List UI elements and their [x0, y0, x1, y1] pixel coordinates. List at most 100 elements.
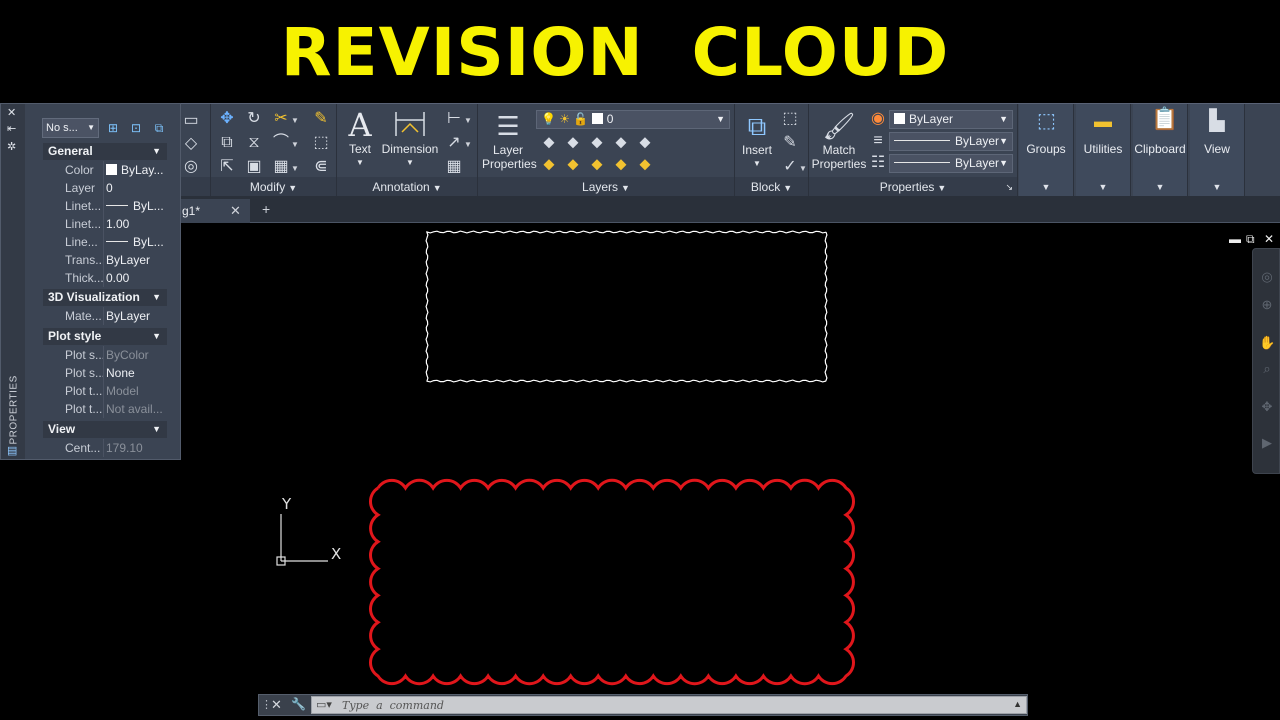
- close-icon[interactable]: ✕: [230, 199, 241, 223]
- fillet-dropdown-icon[interactable]: ▼: [291, 140, 299, 149]
- table-icon[interactable]: ▦: [445, 158, 463, 176]
- rectangle-icon[interactable]: ▭: [182, 112, 200, 130]
- array-icon[interactable]: ▦: [272, 158, 290, 176]
- chevron-down-icon: ▼: [1155, 182, 1165, 192]
- explode-icon[interactable]: ⬚: [312, 134, 330, 152]
- offset-icon[interactable]: ⋐: [312, 158, 330, 176]
- layer-unlock2-icon[interactable]: ⬥: [612, 156, 630, 174]
- edit-block-icon[interactable]: ✎: [781, 134, 799, 152]
- property-row[interactable]: Thick... 0.00: [59, 269, 167, 287]
- scale-icon[interactable]: ▣: [245, 158, 263, 176]
- hatch-icon[interactable]: ◇: [182, 135, 200, 153]
- property-row[interactable]: Layer 0: [59, 179, 167, 197]
- leader-icon[interactable]: ↗: [445, 134, 463, 152]
- close-icon[interactable]: ✕: [1264, 232, 1274, 246]
- layer-unisolate-icon[interactable]: ⬥: [564, 156, 582, 174]
- linetype-dropdown[interactable]: ByLayer ▼: [889, 154, 1013, 173]
- close-icon[interactable]: ✕: [271, 697, 282, 713]
- quick-select-icon[interactable]: ⧉: [151, 120, 167, 136]
- text-button[interactable]: A Text ▼: [342, 108, 378, 170]
- selection-dropdown[interactable]: No s... ▼: [42, 118, 99, 138]
- property-row[interactable]: Linet... ByL...: [59, 197, 167, 215]
- utilities-panel-button[interactable]: ▬ Utilities ▼: [1076, 104, 1131, 197]
- property-row[interactable]: Linet... 1.00: [59, 215, 167, 233]
- property-row[interactable]: Plot t... Model: [59, 382, 167, 400]
- layer-walk-icon[interactable]: ⬥: [636, 156, 654, 174]
- copy-icon[interactable]: ⧉: [218, 134, 236, 152]
- zoom-icon[interactable]: ⌕: [1259, 361, 1275, 377]
- layers-panel-footer[interactable]: Layers ▼: [478, 177, 734, 197]
- property-row[interactable]: Plot s... ByColor: [59, 346, 167, 364]
- dialog-launcher-icon[interactable]: ↘: [1005, 177, 1013, 197]
- modify-panel-footer[interactable]: Modify ▼: [211, 177, 336, 197]
- section-plot-style[interactable]: Plot style ▼: [43, 328, 167, 345]
- move-icon[interactable]: ✥: [218, 110, 236, 128]
- property-row[interactable]: Cent... 179.10: [59, 439, 167, 457]
- wrench-icon[interactable]: 🔧: [291, 697, 306, 711]
- trim-dropdown-icon[interactable]: ▼: [291, 116, 299, 125]
- region-icon[interactable]: ◎: [182, 158, 200, 176]
- orbit-icon[interactable]: ✥: [1259, 399, 1275, 415]
- tab-drawing[interactable]: g1* ✕: [180, 199, 250, 223]
- toggle-pickadd-icon[interactable]: ⊞: [105, 120, 121, 136]
- properties-panel-footer[interactable]: Properties ▼ ↘: [809, 177, 1017, 197]
- section-view[interactable]: View ▼: [43, 421, 167, 438]
- select-objects-icon[interactable]: ⊡: [128, 120, 144, 136]
- layer-match-icon[interactable]: ⬥: [636, 134, 654, 152]
- layer-isolate-icon[interactable]: ⬥: [564, 134, 582, 152]
- chevron-up-icon[interactable]: ▲: [1013, 699, 1022, 709]
- block-panel-footer[interactable]: Block ▼: [735, 177, 808, 197]
- create-block-icon[interactable]: ⬚: [781, 110, 799, 128]
- groups-panel-button[interactable]: ⬚ Groups ▼: [1019, 104, 1074, 197]
- pan-icon[interactable]: ✋: [1259, 335, 1275, 351]
- erase-icon[interactable]: ✎: [312, 110, 330, 128]
- steering-wheel-icon[interactable]: ◎: [1259, 269, 1275, 285]
- layer-properties-button[interactable]: ☰ Layer Properties: [482, 109, 537, 171]
- layer-freeze-icon[interactable]: ⬥: [588, 134, 606, 152]
- dimension-button[interactable]: Dimension ▼: [381, 108, 439, 170]
- clipboard-panel-button[interactable]: 📋 Clipboard ▼: [1133, 104, 1188, 197]
- property-row[interactable]: Color ByLay...: [59, 161, 167, 179]
- showmotion-icon[interactable]: ▶: [1259, 435, 1275, 451]
- property-row[interactable]: Plot s... None: [59, 364, 167, 382]
- close-icon[interactable]: ✕: [7, 106, 16, 119]
- auto-hide-icon[interactable]: ⇤: [7, 122, 16, 135]
- fillet-icon[interactable]: ⌒: [272, 134, 290, 152]
- restore-icon[interactable]: ⧉: [1246, 232, 1255, 247]
- linear-dimension-icon[interactable]: ⊢: [445, 110, 463, 128]
- mirror-icon[interactable]: ⧖: [245, 134, 263, 152]
- layer-state-icon[interactable]: ⬥: [540, 134, 558, 152]
- property-value: Not avail...: [106, 402, 163, 416]
- edit-attributes-icon[interactable]: ✓: [781, 158, 799, 176]
- trim-icon[interactable]: ✂: [272, 110, 290, 128]
- match-properties-button[interactable]: 🖌 Match Properties: [811, 109, 867, 171]
- dimension-icon: [381, 108, 439, 142]
- make-current-icon[interactable]: ⬥: [540, 156, 558, 174]
- layer-lock-icon[interactable]: ⬥: [612, 134, 630, 152]
- zoom-extents-icon[interactable]: ⊕: [1259, 297, 1275, 313]
- annotation-panel-footer[interactable]: Annotation ▼: [337, 177, 477, 197]
- layer-off-icon[interactable]: ⬥: [588, 156, 606, 174]
- lineweight-dropdown[interactable]: ByLayer ▼: [889, 132, 1013, 151]
- ucs-y-label: Y: [282, 495, 292, 513]
- property-row[interactable]: Line... ByL...: [59, 233, 167, 251]
- array-dropdown-icon[interactable]: ▼: [291, 164, 299, 173]
- add-tab-icon[interactable]: +: [262, 201, 270, 217]
- section-3d-visualization[interactable]: 3D Visualization ▼: [43, 289, 167, 306]
- property-row[interactable]: Mate... ByLayer: [59, 307, 167, 325]
- section-general[interactable]: General ▼: [43, 143, 167, 160]
- property-row[interactable]: Trans... ByLayer: [59, 251, 167, 269]
- view-panel-button[interactable]: ▙ View ▼: [1190, 104, 1245, 197]
- property-row[interactable]: Plot t... Not avail...: [59, 400, 167, 418]
- command-input[interactable]: [342, 697, 982, 713]
- command-prompt-icon[interactable]: ▭▾: [316, 698, 332, 711]
- minimize-icon[interactable]: ▬: [1229, 232, 1241, 246]
- panel-modify: ✥ ↻ ✂ ▼ ✎ ⧉ ⧖ ⌒ ▼ ⬚ ⇱ ▣ ▦ ▼ ⋐ Modify ▼: [211, 104, 337, 197]
- property-value: 1.00: [106, 217, 130, 231]
- current-layer-dropdown[interactable]: 💡 ☀ 🔓 0 ▼: [536, 110, 730, 129]
- settings-icon[interactable]: ✲: [7, 140, 16, 153]
- color-dropdown[interactable]: ByLayer ▼: [889, 110, 1013, 129]
- insert-button[interactable]: ⧉ Insert ▼: [737, 109, 777, 171]
- stretch-icon[interactable]: ⇱: [218, 158, 236, 176]
- rotate-icon[interactable]: ↻: [245, 110, 263, 128]
